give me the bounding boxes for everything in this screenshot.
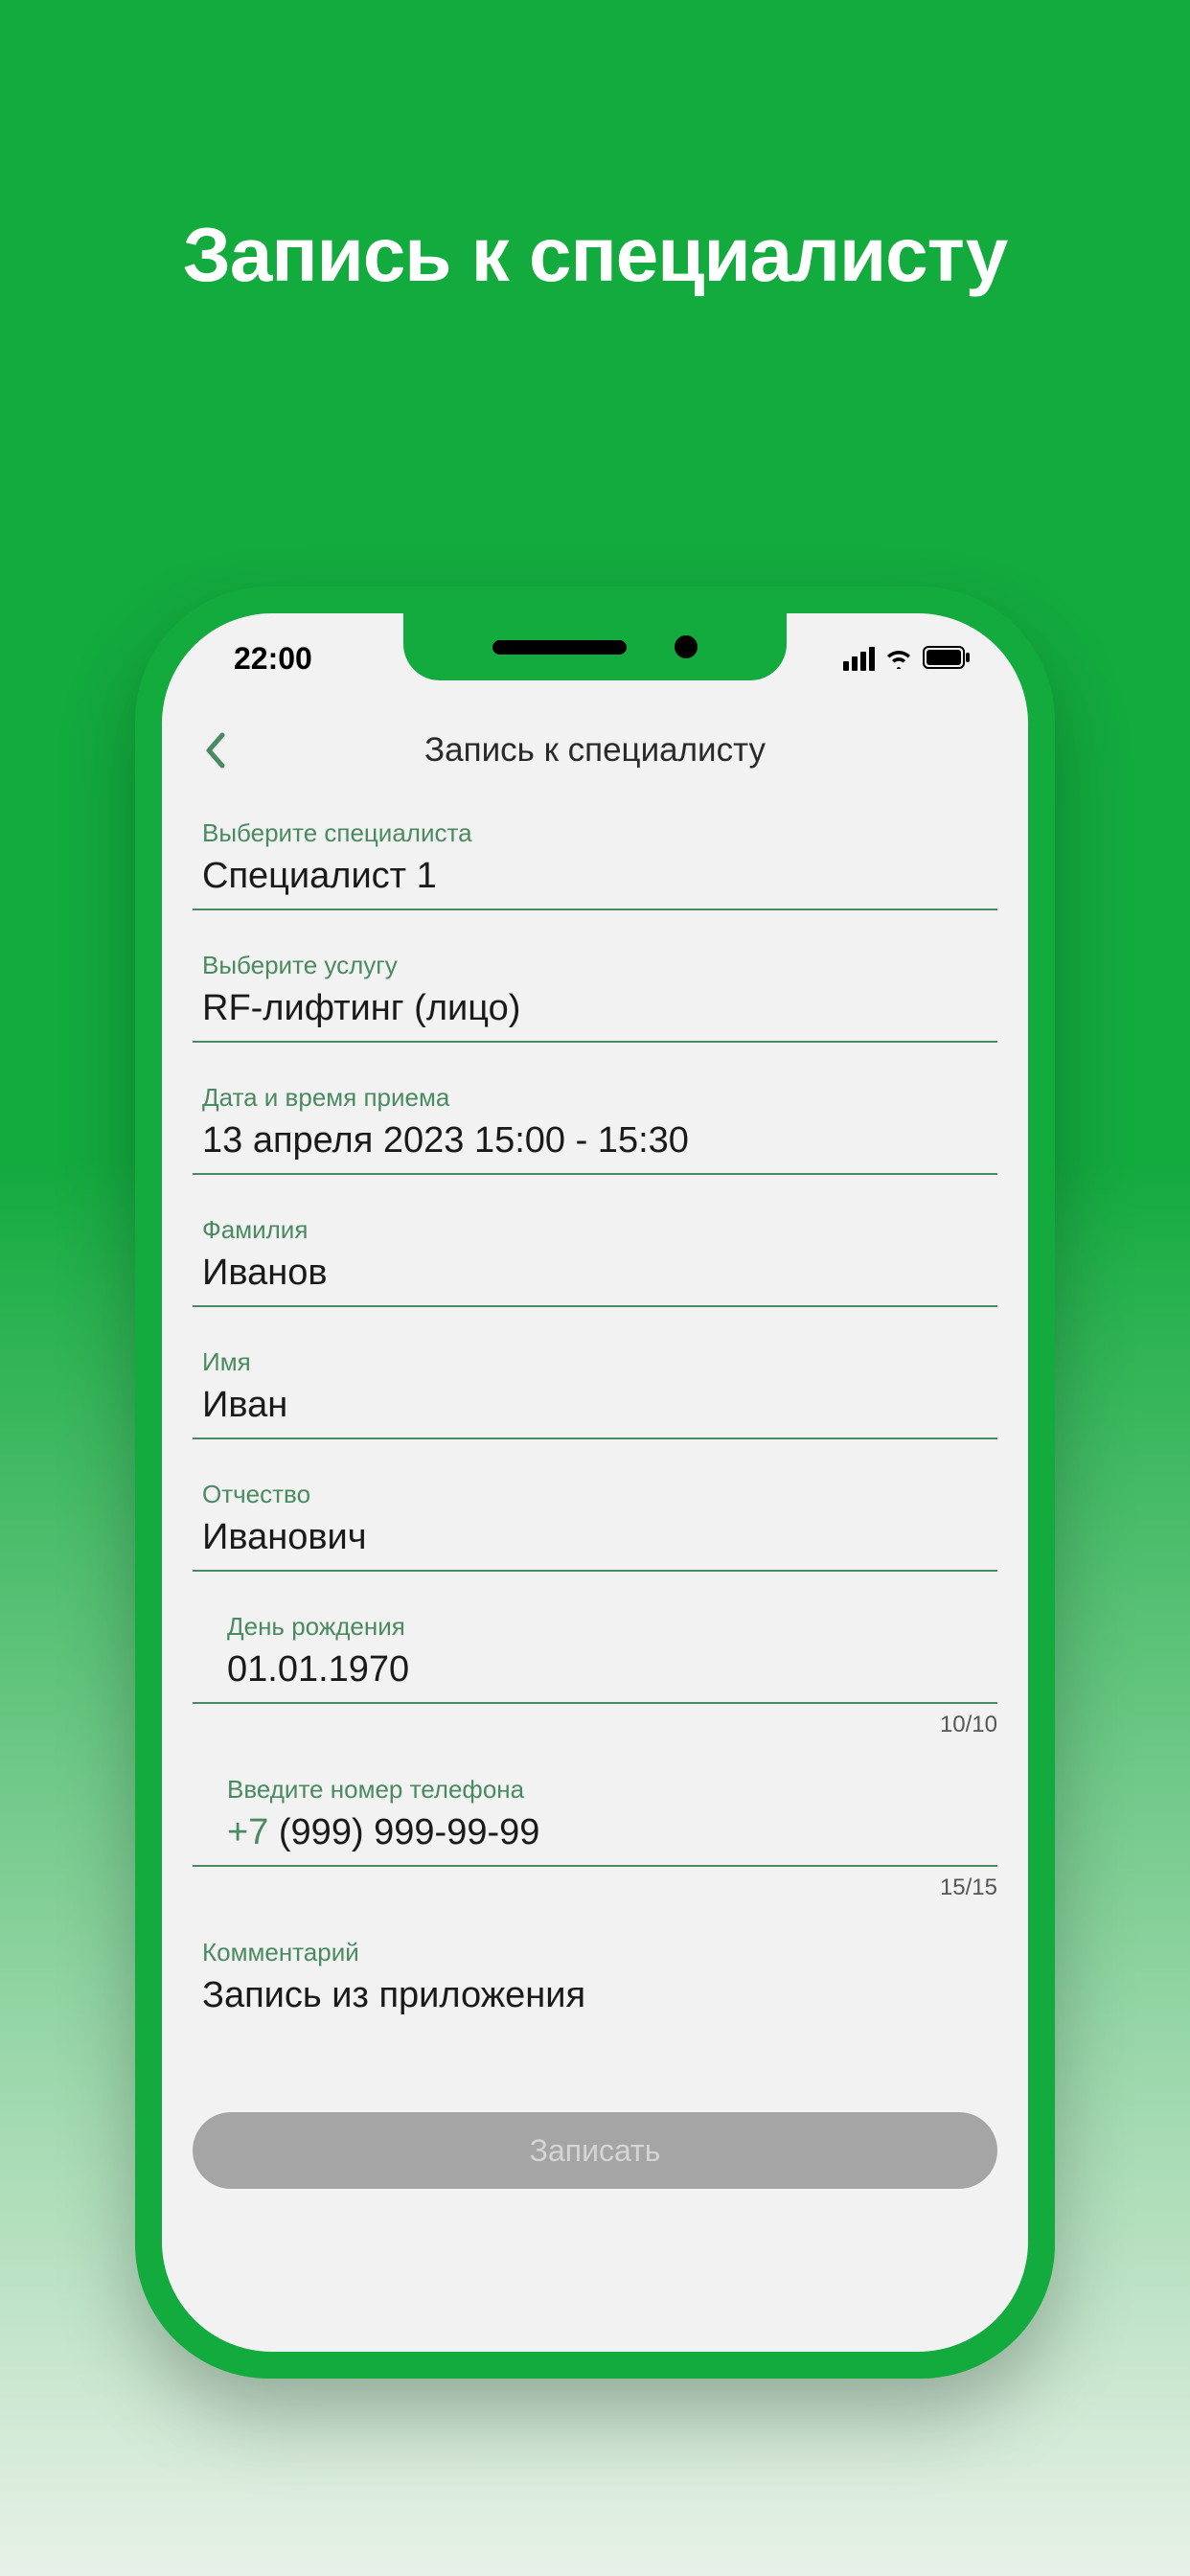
chevron-left-icon [204,732,225,769]
back-button[interactable] [195,731,234,770]
name-value: Иван [202,1385,988,1426]
patronymic-label: Отчество [202,1480,988,1509]
birthday-value: 01.01.1970 [202,1649,988,1690]
datetime-field[interactable]: Дата и время приема 13 апреля 2023 15:00… [193,1060,997,1175]
surname-label: Фамилия [202,1215,988,1245]
nav-bar: Запись к специалисту [162,704,1028,795]
service-field[interactable]: Выберите услугу RF-лифтинг (лицо) [193,928,997,1043]
specialist-value: Специалист 1 [202,856,988,897]
service-value: RF-лифтинг (лицо) [202,988,988,1029]
patronymic-value: Иванович [202,1517,988,1558]
status-time: 22:00 [234,641,312,677]
phone-frame: 22:00 Запись к специалисту Выберите спец… [135,586,1055,2379]
phone-screen: 22:00 Запись к специалисту Выберите спец… [162,613,1028,2352]
birthday-field[interactable]: День рождения 01.01.1970 10/10 [193,1589,997,1704]
speaker-slot [492,640,627,655]
wifi-icon [884,641,913,677]
surname-value: Иванов [202,1253,988,1294]
birthday-counter: 10/10 [940,1712,997,1738]
status-indicators [843,641,971,677]
datetime-value: 13 апреля 2023 15:00 - 15:30 [202,1120,988,1162]
surname-field[interactable]: Фамилия Иванов [193,1192,997,1307]
cellular-icon [843,647,875,671]
comment-label: Комментарий [202,1938,988,1967]
hero-title: Запись к специалисту [183,211,1008,299]
appointment-form: Выберите специалиста Специалист 1 Выбери… [162,795,1028,2028]
phone-prefix: +7 [227,1812,279,1852]
front-camera [675,635,698,658]
phone-counter: 15/15 [940,1874,997,1901]
phone-field[interactable]: Введите номер телефона +7 (999) 999-99-9… [193,1752,997,1867]
birthday-label: День рождения [202,1612,988,1642]
comment-field[interactable]: Комментарий Запись из приложения [193,1915,997,2028]
name-field[interactable]: Имя Иван [193,1324,997,1439]
submit-button[interactable]: Записать [193,2112,997,2189]
service-label: Выберите услугу [202,951,988,980]
battery-icon [923,641,971,677]
patronymic-field[interactable]: Отчество Иванович [193,1457,997,1572]
specialist-label: Выберите специалиста [202,818,988,848]
phone-value: +7 (999) 999-99-99 [202,1812,988,1853]
specialist-field[interactable]: Выберите специалиста Специалист 1 [193,795,997,910]
submit-area: Записать [162,2045,1028,2189]
phone-label: Введите номер телефона [202,1775,988,1805]
phone-number: (999) 999-99-99 [279,1812,540,1852]
datetime-label: Дата и время приема [202,1083,988,1113]
name-label: Имя [202,1347,988,1377]
phone-notch [403,613,787,680]
comment-value: Запись из приложения [202,1975,988,2016]
nav-title: Запись к специалисту [424,731,766,770]
